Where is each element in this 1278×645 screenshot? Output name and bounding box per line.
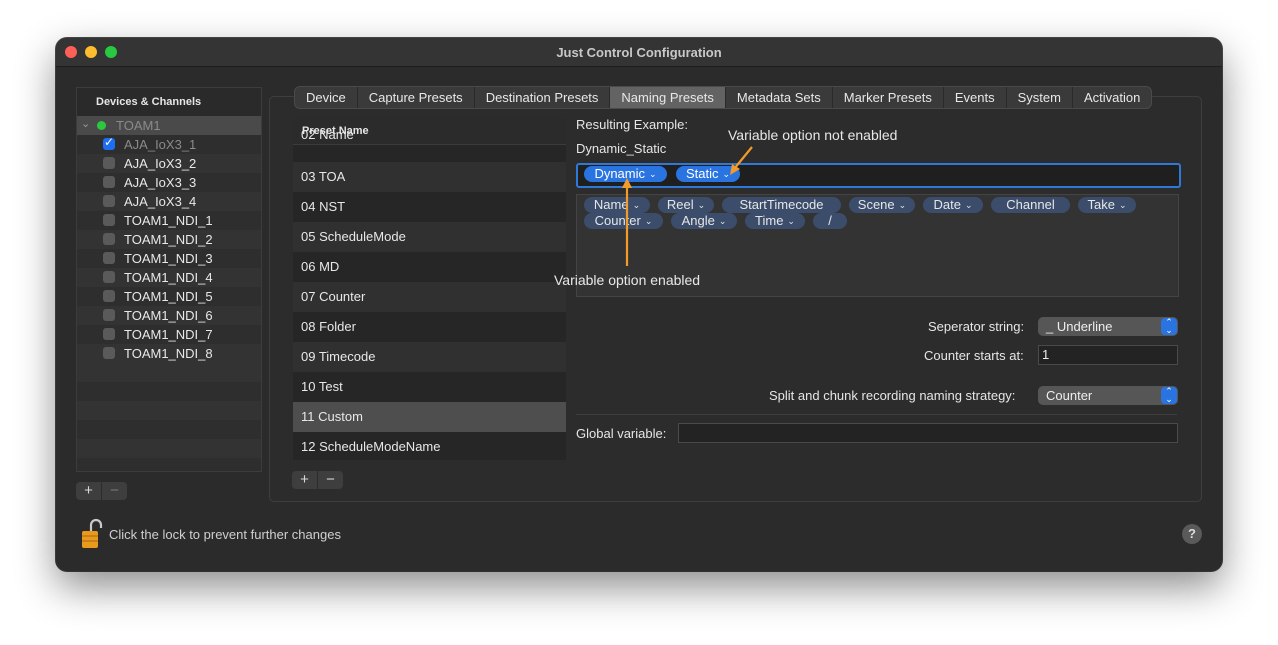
split-strategy-select[interactable]: Counter ⌃ ⌄ [1038, 386, 1178, 405]
separator-label: Seperator string: [928, 319, 1025, 334]
lock-icon[interactable] [81, 518, 103, 550]
annotation-arrows [622, 146, 753, 266]
global-variable-label: Global variable: [576, 426, 667, 441]
divider [576, 414, 1177, 415]
select-stepper-icon: ⌃ ⌄ [1161, 387, 1177, 404]
app-window: Just Control Configuration Devices & Cha… [56, 38, 1222, 571]
help-button[interactable]: ? [1182, 524, 1202, 544]
lock-message: Click the lock to prevent further change… [109, 527, 341, 542]
counter-start-input[interactable]: 1 [1038, 345, 1178, 365]
split-strategy-value: Counter [1046, 388, 1093, 403]
separator-value: _ Underline [1046, 319, 1113, 334]
counter-start-value: 1 [1042, 347, 1050, 362]
select-stepper-icon: ⌃ ⌄ [1161, 318, 1177, 335]
separator-select[interactable]: _ Underline ⌃ ⌄ [1038, 317, 1178, 336]
counter-start-label: Counter starts at: [924, 348, 1024, 363]
arrow-not-enabled [730, 146, 753, 175]
global-variable-input[interactable] [678, 423, 1178, 443]
arrow-enabled [622, 178, 632, 266]
split-strategy-label: Split and chunk recording naming strateg… [769, 388, 1016, 403]
